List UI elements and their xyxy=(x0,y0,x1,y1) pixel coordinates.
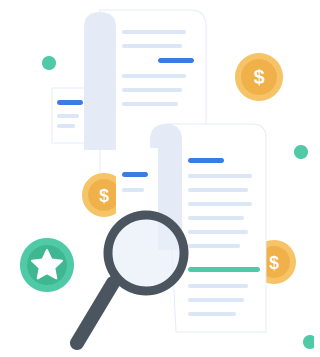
dollar-coin-icon: $ xyxy=(235,53,283,101)
invoice-illustration: $ $ $ xyxy=(20,9,314,350)
decorative-dot xyxy=(294,145,308,159)
illustration-canvas: $ $ $ xyxy=(0,0,314,357)
decorative-dot xyxy=(42,56,56,70)
coin-dollar-symbol: $ xyxy=(253,67,264,89)
coin-dollar-symbol: $ xyxy=(269,253,279,273)
star-badge-icon xyxy=(20,238,74,292)
decorative-dot xyxy=(303,335,314,349)
coin-dollar-symbol: $ xyxy=(99,186,109,206)
magnifying-glass-icon xyxy=(70,210,189,350)
